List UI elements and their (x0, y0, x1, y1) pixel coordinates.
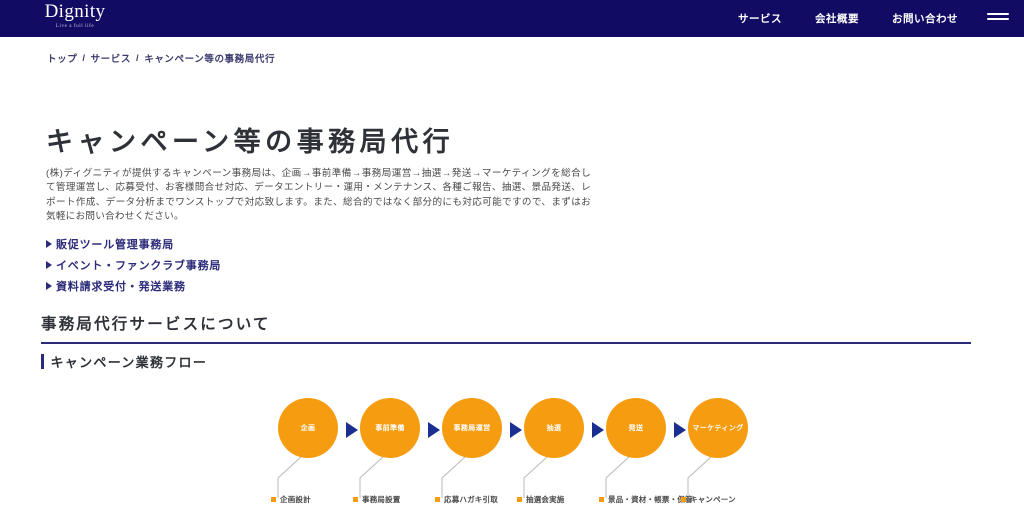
flow-circle-label: 抽選 (546, 424, 562, 432)
flow-leaf-label: キャンペーン (690, 495, 736, 504)
square-bullet-icon (271, 497, 276, 502)
hamburger-bar (987, 18, 1009, 20)
flow-circle-label: 企画 (300, 424, 316, 432)
flow-circle-chusen[interactable]: 抽選 (524, 398, 584, 458)
flow-circle-marketing[interactable]: マーケティング (688, 398, 748, 458)
logo-wordmark: Dignity (44, 1, 106, 22)
breadcrumb: トップ / サービス / キャンペーン等の事務局代行 (47, 51, 276, 66)
flow-arrow-icon (674, 422, 686, 438)
breadcrumb-item-current: キャンペーン等の事務局代行 (144, 54, 276, 65)
breadcrumb-separator: / (135, 52, 140, 64)
site-header: Dignity Live a full life サービス 会社概要 お問い合わ… (0, 0, 1024, 37)
flow-leaf-kikakusekkei: 企画設計 (271, 494, 311, 505)
sub-heading: キャンペーン業務フロー (41, 352, 207, 371)
flow-arrow-icon (510, 422, 522, 438)
triangle-bullet-icon (46, 240, 52, 248)
section-heading-rule (41, 342, 971, 344)
breadcrumb-separator: / (82, 52, 86, 64)
nav-item-company[interactable]: 会社概要 (815, 11, 859, 26)
logo-tagline: Live a full life (55, 24, 95, 29)
flow-circle-label: マーケティング (692, 424, 744, 432)
main-navigation: サービス 会社概要 お問い合わせ (738, 0, 958, 37)
related-service-links: 販促ツール管理事務局 イベント・ファンクラブ事務局 資料請求受付・発送業務 (46, 236, 221, 294)
flow-leaf-label: 企画設計 (280, 495, 311, 504)
square-bullet-icon (517, 497, 522, 502)
link-item-document-request[interactable]: 資料請求受付・発送業務 (46, 278, 221, 294)
flow-circle-hasso[interactable]: 発送 (606, 398, 666, 458)
link-label: 資料請求受付・発送業務 (56, 281, 186, 293)
link-item-event-fanclub[interactable]: イベント・ファンクラブ事務局 (46, 257, 221, 273)
flow-circle-label: 事前準備 (375, 424, 405, 432)
triangle-bullet-icon (46, 282, 52, 290)
flow-arrow-icon (428, 422, 440, 438)
flow-arrow-icon (346, 422, 358, 438)
flow-steps-row: 企画 事前準備 事務局運営 抽選 発送 マーケティング (0, 398, 1024, 468)
square-bullet-icon (353, 497, 358, 502)
nav-item-contact[interactable]: お問い合わせ (892, 11, 958, 26)
breadcrumb-item-top[interactable]: トップ (47, 51, 77, 65)
flow-leaf-chusenkai: 抽選会実施 (517, 494, 565, 505)
flow-leaf-label: 景品・資材・帳票・保管 (608, 495, 693, 504)
sub-heading-text: キャンペーン業務フロー (50, 355, 208, 370)
hamburger-bar (987, 13, 1009, 15)
flow-leaf-keihinshizai: 景品・資材・帳票・保管 (599, 494, 693, 505)
section-heading-text: 事務局代行サービスについて (41, 316, 271, 333)
flow-leaf-label: 事務局設置 (362, 495, 401, 504)
flow-circle-jizenjunbi[interactable]: 事前準備 (360, 398, 420, 458)
square-bullet-icon (435, 497, 440, 502)
breadcrumb-item-service[interactable]: サービス (91, 51, 131, 65)
flow-arrow-icon (592, 422, 604, 438)
nav-item-service[interactable]: サービス (738, 11, 782, 26)
flow-leaf-jimukyokusetchi: 事務局設置 (353, 494, 401, 505)
link-label: 販促ツール管理事務局 (56, 239, 174, 251)
campaign-flow-diagram: 企画 事前準備 事務局運営 抽選 発送 マーケティング 企画設計 事務局設置 応… (0, 398, 1024, 504)
page-title: キャンペーン等の事務局代行 (46, 127, 455, 157)
page-description: (株)ディグニティが提供するキャンペーン事務局は、企画→事前準備→事務局運営→抽… (46, 168, 591, 223)
flow-circle-label: 発送 (628, 424, 644, 432)
flow-circle-kikaku[interactable]: 企画 (278, 398, 338, 458)
triangle-bullet-icon (46, 261, 52, 269)
square-bullet-icon (599, 497, 604, 502)
square-bullet-icon (681, 497, 686, 502)
flow-leaf-label: 応募ハガキ引取 (444, 495, 498, 504)
flow-leaf-campaign: キャンペーン (681, 494, 736, 505)
link-label: イベント・ファンクラブ事務局 (56, 260, 222, 272)
flow-leaf-label: 抽選会実施 (526, 495, 565, 504)
sub-heading-bar (41, 354, 44, 369)
flow-leaf-oubohagaki: 応募ハガキ引取 (435, 494, 498, 505)
link-item-sales-tool[interactable]: 販促ツール管理事務局 (46, 236, 221, 252)
site-logo[interactable]: Dignity Live a full life (20, 2, 130, 29)
hamburger-icon[interactable] (987, 13, 1009, 23)
flow-circle-label: 事務局運営 (453, 424, 491, 432)
section-heading: 事務局代行サービスについて (41, 312, 971, 344)
flow-circle-jimukyokuunei[interactable]: 事務局運営 (442, 398, 502, 458)
